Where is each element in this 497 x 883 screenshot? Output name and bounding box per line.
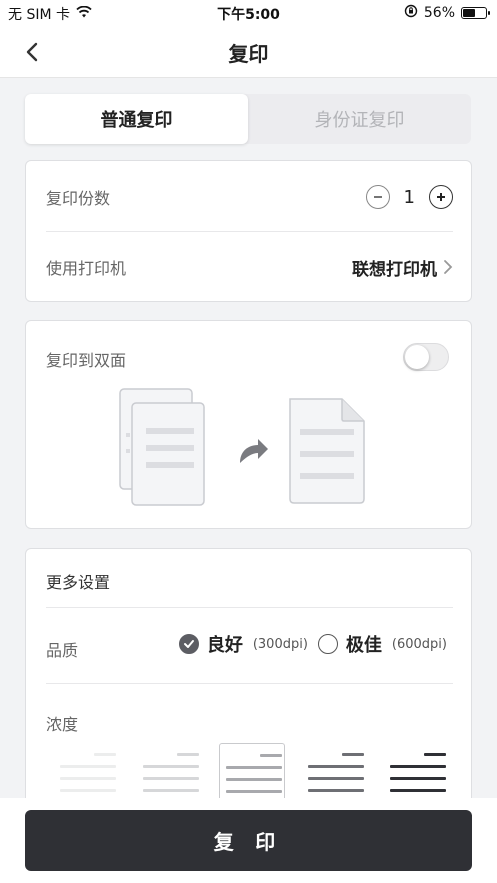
- curved-arrow-icon: [240, 439, 268, 463]
- duplex-toggle[interactable]: [403, 343, 449, 371]
- density-option[interactable]: [384, 743, 450, 803]
- copy-options-card: 复印份数 1 使用打印机 联想打印机: [25, 160, 472, 302]
- printer-name: 联想打印机: [352, 259, 437, 280]
- radio-empty-icon: [317, 634, 338, 654]
- divider: [46, 231, 453, 232]
- single-document-icon: [289, 398, 365, 504]
- density-line: [60, 765, 116, 768]
- bottom-bar: 复 印: [0, 798, 497, 883]
- quality-name-good: 良好: [206, 635, 243, 656]
- density-line: [424, 753, 446, 756]
- battery-percent: 56%: [423, 5, 455, 21]
- quality-dpi-best: (600dpi): [391, 636, 447, 652]
- density-line: [94, 753, 116, 756]
- tab-normal-copy[interactable]: 普通复印: [25, 94, 248, 144]
- quality-label: 品质: [46, 641, 79, 660]
- copies-label: 复印份数: [46, 189, 111, 208]
- density-selector: [54, 743, 450, 803]
- density-line: [176, 753, 199, 756]
- density-line: [60, 789, 116, 792]
- check-circle-icon: [178, 634, 199, 654]
- density-line: [307, 765, 364, 768]
- quality-option-good[interactable]: 良好 (300dpi): [178, 631, 308, 657]
- density-line: [226, 790, 282, 793]
- density-label: 浓度: [46, 715, 79, 734]
- density-option[interactable]: [54, 743, 120, 803]
- printer-selector[interactable]: 联想打印机: [352, 255, 453, 280]
- density-line: [142, 765, 199, 768]
- copy-mode-tabs: 普通复印 身份证复印: [25, 94, 471, 144]
- copy-button[interactable]: 复 印: [25, 810, 472, 871]
- density-line: [60, 777, 116, 780]
- copies-stepper: 1: [365, 185, 453, 209]
- divider: [46, 683, 453, 684]
- divider: [46, 607, 453, 608]
- quality-name-best: 极佳: [345, 635, 382, 656]
- density-line: [307, 777, 364, 780]
- quality-option-best[interactable]: 极佳 (600dpi): [317, 631, 447, 657]
- printer-label: 使用打印机: [46, 259, 127, 278]
- battery-icon: [461, 7, 490, 19]
- two-sided-documents-icon: [119, 388, 205, 506]
- more-settings-card: 更多设置 品质 良好 (300dpi) 极佳 (600dpi) 浓度: [25, 548, 472, 818]
- density-line: [390, 789, 446, 792]
- plus-circle-icon: [437, 193, 445, 201]
- toggle-knob: [405, 345, 429, 369]
- duplex-label: 复印到双面: [46, 351, 127, 370]
- density-line: [307, 789, 364, 792]
- orientation-lock-icon: [404, 4, 418, 22]
- density-option[interactable]: [137, 743, 203, 803]
- density-option[interactable]: [302, 743, 368, 803]
- increase-copies-button[interactable]: [429, 185, 453, 209]
- status-right: 56%: [404, 4, 490, 22]
- density-line: [142, 777, 199, 780]
- printer-row[interactable]: 使用打印机 联想打印机: [46, 249, 453, 285]
- density-line: [260, 754, 282, 757]
- density-line: [226, 766, 282, 769]
- density-line: [390, 777, 446, 780]
- density-line: [226, 778, 282, 781]
- nav-bar: 复印: [0, 26, 497, 78]
- copies-row: 复印份数 1: [46, 179, 453, 215]
- page-title: 复印: [228, 42, 269, 66]
- duplex-card: 复印到双面: [25, 320, 472, 529]
- minus-circle-icon: [373, 196, 382, 198]
- density-line: [142, 789, 199, 792]
- density-line: [390, 765, 446, 768]
- tab-id-card-copy[interactable]: 身份证复印: [248, 94, 471, 144]
- chevron-right-icon: [444, 260, 453, 274]
- density-option[interactable]: [219, 743, 285, 803]
- quality-options: 良好 (300dpi) 极佳 (600dpi): [178, 631, 447, 657]
- density-line: [341, 753, 364, 756]
- duplex-illustration: [119, 388, 365, 506]
- more-settings-title: 更多设置: [46, 573, 111, 592]
- quality-dpi-good: (300dpi): [252, 636, 308, 652]
- status-bar: 无 SIM 卡 下午5:00 56%: [0, 0, 497, 26]
- copies-count: 1: [403, 186, 415, 208]
- decrease-copies-button[interactable]: [365, 185, 390, 209]
